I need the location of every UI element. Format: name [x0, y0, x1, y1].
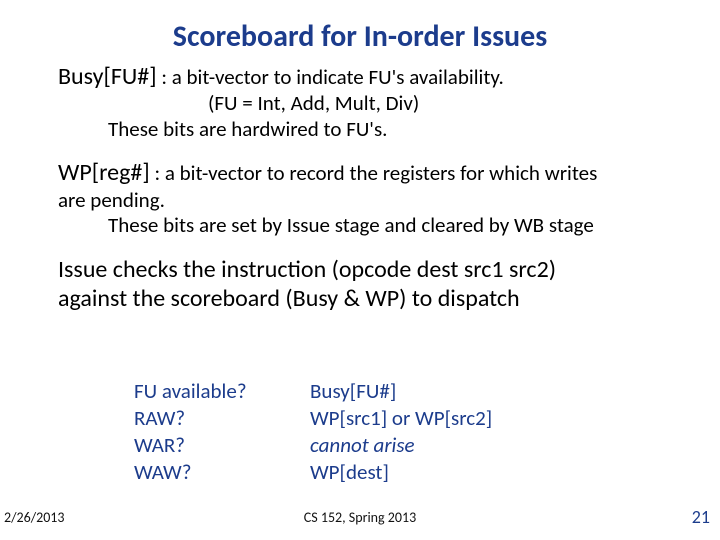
hazard-a: WP[dest] [310, 459, 492, 486]
busy-block: Busy[FU#] : a bit-vector to indicate FU'… [58, 62, 678, 142]
wp-cont: are pending. [58, 188, 678, 214]
slide-body: Busy[FU#] : a bit-vector to indicate FU'… [58, 62, 678, 330]
slide: Scoreboard for In-order Issues Busy[FU#]… [0, 0, 720, 540]
hazard-q: FU available? [134, 378, 284, 405]
hazard-answers: Busy[FU#] WP[src1] or WP[src2] cannot ar… [310, 378, 492, 486]
busy-hardwired: These bits are hardwired to FU's. [58, 117, 678, 143]
wp-block: WP[reg#] : a bit-vector to record the re… [58, 158, 678, 238]
hazard-table: FU available? RAW? WAR? WAW? Busy[FU#] W… [134, 378, 492, 486]
hazard-a: cannot arise [310, 432, 492, 459]
busy-fu-list: (FU = Int, Add, Mult, Div) [58, 91, 678, 117]
issue-block: Issue checks the instruction (opcode des… [58, 255, 678, 314]
slide-title: Scoreboard for In-order Issues [0, 18, 720, 55]
hazard-a: Busy[FU#] [310, 378, 492, 405]
busy-desc: : a bit-vector to indicate FU's availabi… [157, 64, 504, 90]
issue-line1: Issue checks the instruction (opcode des… [58, 255, 678, 284]
busy-term: Busy[FU#] [58, 62, 157, 91]
hazard-q: WAR? [134, 432, 284, 459]
wp-set: These bits are set by Issue stage and cl… [58, 213, 678, 239]
issue-line2: against the scoreboard (Busy & WP) to di… [58, 284, 678, 313]
hazard-questions: FU available? RAW? WAR? WAW? [134, 378, 284, 486]
hazard-q: WAW? [134, 459, 284, 486]
footer-center: CS 152, Spring 2013 [0, 509, 720, 526]
hazard-a: WP[src1] or WP[src2] [310, 405, 492, 432]
wp-term: WP[reg#] [58, 158, 150, 187]
hazard-q: RAW? [134, 405, 284, 432]
wp-desc: : a bit-vector to record the registers f… [150, 160, 598, 186]
footer-page-number: 21 [692, 506, 710, 528]
